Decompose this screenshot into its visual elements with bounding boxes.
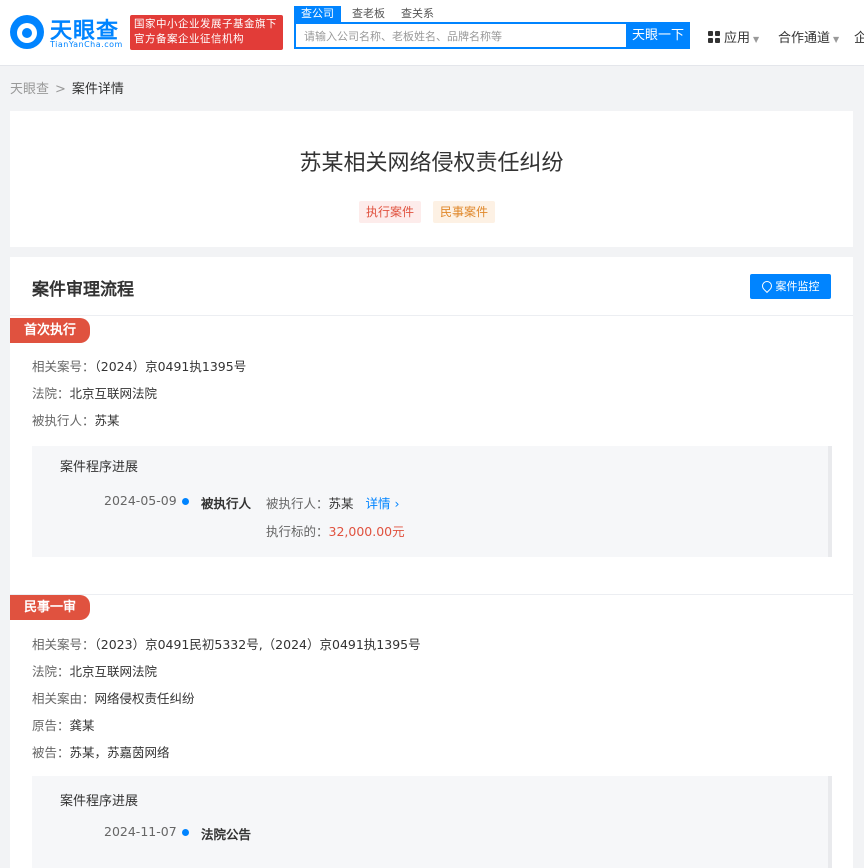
- stage-label-civil-first-instance: 民事一审: [10, 595, 91, 620]
- info-label: 法院：: [32, 386, 70, 401]
- case-title-card: 苏某相关网络侵权责任纠纷 执行案件 民事案件: [10, 111, 853, 247]
- badge-line-2: 官方备案企业征信机构: [134, 33, 244, 45]
- nav-apps-label: 应用: [724, 31, 751, 46]
- location-pin-icon: [759, 278, 774, 294]
- case-process-card: 案件审理流程 案件监控 首次执行 相关案号：（2024）京0491执1395号 …: [10, 257, 853, 868]
- info-label: 相关案由：: [32, 691, 95, 706]
- divider: [10, 315, 853, 316]
- section-title: 案件审理流程: [32, 280, 134, 300]
- info-court: 法院：北京互联网法院: [32, 383, 157, 402]
- info-value: 龚某: [69, 718, 95, 733]
- info-value: 苏某: [94, 413, 120, 428]
- info-executed-person: 被执行人：苏某: [32, 410, 120, 429]
- chevron-down-icon: ▼: [753, 35, 760, 44]
- breadcrumb-home[interactable]: 天眼查: [10, 82, 49, 97]
- stage-label-first-execution: 首次执行: [10, 318, 91, 343]
- chevron-right-icon: ›: [390, 496, 400, 511]
- nav-more[interactable]: 企: [854, 27, 864, 46]
- event-type: 被执行人: [201, 496, 252, 511]
- info-plaintiff: 原告：龚某: [32, 715, 95, 734]
- timeline-dot-icon: [182, 829, 189, 836]
- info-label: 被告：: [32, 745, 70, 760]
- nav-partner-label: 合作通道: [778, 31, 831, 46]
- tab-boss[interactable]: 查老板: [345, 6, 392, 22]
- info-label: 原告：: [32, 718, 70, 733]
- chevron-down-icon: ▼: [833, 35, 840, 44]
- case-title: 苏某相关网络侵权责任纠纷: [299, 151, 564, 176]
- detail-label: 被执行人：: [266, 496, 329, 511]
- search-button[interactable]: 天眼一下: [626, 22, 690, 49]
- progress-box: 案件程序进展 2024-05-09 被执行人 被执行人：苏某 详情 › 执行标的：…: [32, 446, 832, 557]
- tab-company[interactable]: 查公司: [294, 6, 341, 22]
- info-case-number: 相关案号：（2023）京0491民初5332号,（2024）京0491执1395…: [32, 634, 421, 653]
- event-date: 2024-11-07: [104, 824, 177, 839]
- details-link[interactable]: 详情 ›: [366, 496, 400, 511]
- divider: [10, 594, 853, 595]
- breadcrumb-separator-icon: >: [55, 82, 66, 97]
- tag-execution-case: 执行案件: [359, 201, 422, 223]
- case-monitor-label: 案件监控: [775, 280, 820, 293]
- progress-title: 案件程序进展: [60, 460, 139, 475]
- search-input[interactable]: 请输入公司名称、老板姓名、品牌名称等: [294, 22, 626, 49]
- official-badge: 国家中小企业发展子基金旗下 官方备案企业征信机构: [130, 15, 283, 50]
- info-value: 北京互联网法院: [69, 386, 158, 401]
- info-defendant: 被告：苏某，苏嘉茵网络: [32, 742, 170, 761]
- timeline-dot-icon: [182, 498, 189, 505]
- nav-apps[interactable]: 应用 ▼: [708, 27, 759, 46]
- info-value: （2023）京0491民初5332号,（2024）京0491执1395号: [94, 637, 421, 652]
- amount-value: 32,000.00元: [328, 524, 405, 539]
- details-link-label: 详情: [365, 496, 391, 511]
- info-label: 相关案号：: [32, 359, 95, 374]
- detail-value: 苏某: [328, 496, 354, 511]
- top-header: 天眼查 TianYanCha.com 国家中小企业发展子基金旗下 官方备案企业征…: [0, 0, 864, 66]
- eye-logo-icon: [10, 15, 44, 49]
- nav-partner[interactable]: 合作通道 ▼: [778, 27, 839, 46]
- tianyancha-logo[interactable]: 天眼查 TianYanCha.com: [10, 13, 126, 51]
- info-label: 法院：: [32, 664, 70, 679]
- tag-civil-case: 民事案件: [433, 201, 496, 223]
- amount-label: 执行标的：: [266, 524, 329, 539]
- event-amount: 执行标的：32,000.00元: [266, 521, 405, 540]
- progress-box: 案件程序进展 2024-11-07 法院公告: [32, 776, 832, 868]
- info-value: （2024）京0491执1395号: [94, 359, 247, 374]
- breadcrumb-current: 案件详情: [71, 82, 124, 97]
- event-date: 2024-05-09: [104, 493, 177, 508]
- info-label: 被执行人：: [32, 413, 95, 428]
- breadcrumb: 天眼查 > 案件详情: [10, 78, 124, 97]
- info-label: 相关案号：: [32, 637, 95, 652]
- info-value: 网络侵权责任纠纷: [94, 691, 195, 706]
- apps-grid-icon: [708, 31, 720, 43]
- info-court: 法院：北京互联网法院: [32, 661, 157, 680]
- event-detail: 被执行人：苏某 详情 ›: [266, 493, 400, 512]
- case-monitor-button[interactable]: 案件监控: [750, 274, 831, 299]
- info-value: 苏某，苏嘉茵网络: [69, 745, 170, 760]
- event-type: 法院公告: [201, 827, 252, 842]
- logo-domain: TianYanCha.com: [50, 40, 123, 49]
- info-cause: 相关案由：网络侵权责任纠纷: [32, 688, 195, 707]
- info-value: 北京互联网法院: [69, 664, 158, 679]
- info-case-number: 相关案号：（2024）京0491执1395号: [32, 356, 246, 375]
- progress-title: 案件程序进展: [60, 794, 139, 809]
- badge-line-1: 国家中小企业发展子基金旗下: [134, 18, 277, 30]
- tab-relation[interactable]: 查关系: [394, 6, 441, 22]
